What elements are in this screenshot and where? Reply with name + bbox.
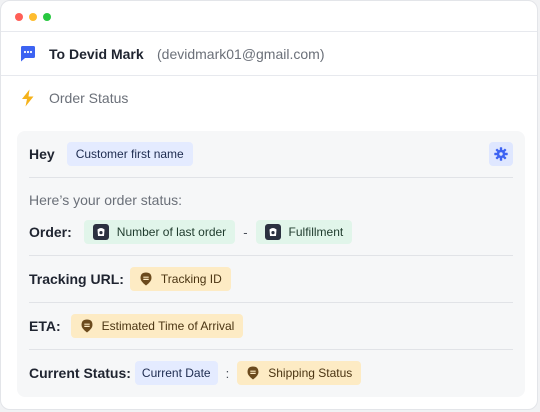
shopify-icon bbox=[92, 224, 109, 240]
intro-line: Here’s your order status: bbox=[29, 186, 182, 214]
order-joiner: - bbox=[243, 224, 248, 240]
order-line: Order: Number of last order - Fulfillmen… bbox=[29, 218, 353, 246]
template-row: Order Status bbox=[1, 75, 537, 119]
recipient-name: To Devid Mark bbox=[49, 45, 144, 62]
fulfillment-chip[interactable]: Fulfillment bbox=[255, 220, 353, 244]
tracking-pin-icon bbox=[246, 366, 260, 380]
close-window-button[interactable] bbox=[15, 13, 23, 21]
eta-line: ETA: Estimated Time of Arrival bbox=[29, 312, 244, 340]
eta-label: ETA: bbox=[29, 318, 61, 334]
gear-icon bbox=[494, 147, 508, 161]
zoom-window-button[interactable] bbox=[43, 13, 51, 21]
current-status-line: Current Status: Current Date : Shipping … bbox=[29, 359, 362, 387]
window-controls bbox=[15, 13, 51, 21]
order-label: Order: bbox=[29, 224, 72, 240]
customer-first-name-chip[interactable]: Customer first name bbox=[66, 142, 193, 166]
last-order-number-chip[interactable]: Number of last order bbox=[83, 220, 236, 244]
current-date-chip[interactable]: Current Date bbox=[134, 361, 218, 385]
greeting-label: Hey bbox=[29, 146, 55, 162]
divider bbox=[29, 349, 513, 350]
recipient-email: (devidmark01@gmail.com) bbox=[157, 45, 325, 62]
estimated-arrival-text: Estimated Time of Arrival bbox=[101, 319, 235, 333]
fulfillment-text: Fulfillment bbox=[288, 225, 344, 239]
tracking-label: Tracking URL: bbox=[29, 271, 124, 287]
greeting-line: Hey Customer first name bbox=[29, 140, 193, 168]
settings-button[interactable] bbox=[489, 142, 513, 166]
recipient-row: To Devid Mark (devidmark01@gmail.com) bbox=[1, 31, 537, 75]
tracking-id-text: Tracking ID bbox=[160, 272, 222, 286]
tracking-line: Tracking URL: Tracking ID bbox=[29, 265, 231, 293]
lightning-bolt-icon bbox=[19, 89, 37, 107]
tracking-pin-icon bbox=[139, 272, 153, 286]
estimated-arrival-chip[interactable]: Estimated Time of Arrival bbox=[70, 314, 244, 338]
minimize-window-button[interactable] bbox=[29, 13, 37, 21]
template-name: Order Status bbox=[49, 89, 129, 106]
divider bbox=[29, 302, 513, 303]
current-status-label: Current Status: bbox=[29, 365, 131, 381]
last-order-number-text: Number of last order bbox=[116, 225, 227, 239]
message-body: Hey Customer first name Here’s your orde… bbox=[17, 131, 525, 397]
shipping-status-text: Shipping Status bbox=[268, 366, 353, 380]
tracking-pin-icon bbox=[80, 319, 94, 333]
current-status-joiner: : bbox=[225, 365, 230, 381]
divider bbox=[29, 177, 513, 178]
shipping-status-chip[interactable]: Shipping Status bbox=[237, 361, 362, 385]
divider bbox=[29, 255, 513, 256]
intro-text: Here’s your order status: bbox=[29, 192, 183, 208]
tracking-id-chip[interactable]: Tracking ID bbox=[129, 267, 231, 291]
chat-bubble-icon bbox=[19, 45, 37, 63]
message-window: To Devid Mark (devidmark01@gmail.com) Or… bbox=[0, 0, 538, 410]
shopify-icon bbox=[264, 224, 281, 240]
